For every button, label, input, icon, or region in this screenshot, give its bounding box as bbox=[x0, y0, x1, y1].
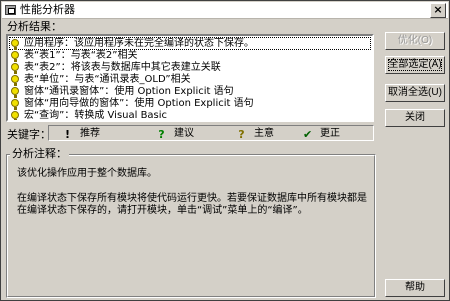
help-button[interactable]: 帮助 bbox=[385, 279, 445, 297]
lightbulb-icon bbox=[11, 99, 19, 110]
lightbulb-icon bbox=[11, 75, 19, 86]
list-item-text: 宏“查询”：转换成 Visual Basic bbox=[24, 110, 168, 121]
lightbulb-icon bbox=[11, 63, 19, 74]
legend-text: 主意 bbox=[254, 128, 274, 139]
lightbulb-icon bbox=[11, 111, 19, 120]
lightbulb-icon: ? bbox=[238, 128, 245, 141]
exclamation-icon: ! bbox=[64, 128, 71, 141]
list-item-text: 窗体“用向导做的窗体”：使用 Option Explicit 语句 bbox=[24, 98, 254, 109]
close-icon[interactable]: × bbox=[430, 3, 446, 18]
legend-fixed: ✔ 更正 bbox=[303, 127, 340, 140]
list-item-text: 窗体“通讯录窗体”：使用 Option Explicit 语句 bbox=[24, 86, 234, 97]
list-item-text: 表“表2”：将该表与数据库中其它表建立关联 bbox=[24, 62, 221, 73]
list-item-text: 表“表1”：与表“表2”相关 bbox=[24, 50, 138, 61]
checkmark-icon: ✔ bbox=[303, 128, 313, 141]
lightbulb-icon bbox=[11, 87, 19, 98]
legend-text: 建议 bbox=[174, 128, 194, 139]
legend-recommend: ! 推荐 bbox=[63, 127, 100, 140]
question-icon: ? bbox=[158, 128, 165, 141]
performance-analyzer-window: 性能分析器 × 分析结果： 应用程序：该应用程序未在完全编译的状态下保存。 表“… bbox=[0, 0, 450, 301]
optimize-button[interactable]: 优化(O) bbox=[385, 32, 445, 50]
list-item-text: 应用程序：该应用程序未在完全编译的状态下保存。 bbox=[24, 38, 254, 49]
lightbulb-icon bbox=[11, 39, 19, 50]
legend-label: 关键字： bbox=[7, 128, 51, 141]
notes-line-2: 在编译状态下保存所有模块将使代码运行更快。若要保证数据库中所有模块都是在编译状态… bbox=[17, 193, 367, 216]
legend-suggest: ? 建议 bbox=[157, 127, 194, 140]
results-label: 分析结果： bbox=[7, 20, 62, 33]
results-list[interactable]: 应用程序：该应用程序未在完全编译的状态下保存。 表“表1”：与表“表2”相关 表… bbox=[6, 34, 374, 122]
notes-line-1: 该优化操作应用于整个数据库。 bbox=[17, 168, 157, 179]
close-button[interactable]: 关闭 bbox=[385, 109, 445, 127]
list-item-text: 表“单位”：与表“通讯录表_OLD”相关 bbox=[24, 74, 191, 85]
legend-idea: ? 主意 bbox=[237, 127, 274, 140]
lightbulb-icon bbox=[11, 51, 19, 62]
notes-label: 分析注释： bbox=[10, 147, 69, 160]
deselect-all-button[interactable]: 取消全选(U) bbox=[385, 84, 445, 102]
legend-bar: ! 推荐 ? 建议 ? 主意 ✔ 更正 bbox=[48, 125, 374, 141]
title-bar[interactable]: 性能分析器 × bbox=[2, 2, 448, 19]
legend-text: 更正 bbox=[320, 128, 340, 139]
select-all-button[interactable]: 全部选定(A) bbox=[385, 56, 445, 74]
window-title: 性能分析器 bbox=[20, 3, 75, 16]
app-icon bbox=[5, 5, 16, 15]
legend-text: 推荐 bbox=[80, 128, 100, 139]
